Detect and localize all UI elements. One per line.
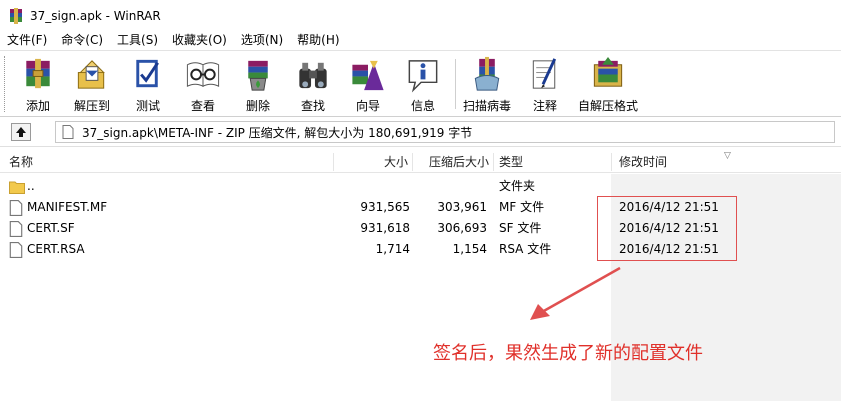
test-button[interactable]: 测试 (121, 54, 175, 114)
comment-label: 注释 (532, 99, 557, 113)
add-label: 添加 (25, 99, 50, 113)
find-label: 查找 (300, 99, 325, 113)
file-size: 931,565 (360, 200, 410, 214)
delete-icon (248, 60, 268, 91)
extract-to-button[interactable]: 解压到 (65, 54, 119, 114)
address-bar: 37_sign.apk\META-INF - ZIP 压缩文件, 解包大小为 1… (0, 118, 841, 147)
menu-file[interactable]: 文件(F) (0, 31, 54, 50)
test-icon (136, 59, 159, 88)
file-icon (9, 242, 23, 258)
title-bar: 37_sign.apk - WinRAR (0, 0, 841, 31)
file-packed-size: 306,693 (437, 221, 487, 235)
extract-to-icon (77, 60, 105, 89)
menu-help[interactable]: 帮助(H) (290, 31, 346, 50)
menu-options[interactable]: 选项(N) (234, 31, 290, 50)
column-size[interactable]: 大小 (334, 151, 408, 173)
toolbar-separator (455, 59, 456, 109)
sfx-icon (593, 56, 623, 87)
comment-button[interactable]: 注释 (518, 54, 572, 114)
find-button[interactable]: 查找 (286, 54, 340, 114)
file-icon (62, 125, 74, 139)
virus-scan-button[interactable]: 扫描病毒 (460, 54, 514, 114)
sort-indicator-icon: ▽ (724, 151, 731, 161)
sfx-button[interactable]: 自解压格式 (576, 54, 640, 114)
winrar-logo-icon (10, 7, 22, 24)
test-label: 测试 (135, 99, 160, 113)
column-packed-size[interactable]: 压缩后大小 (413, 151, 489, 173)
annotation-text: 签名后，果然生成了新的配置文件 (433, 343, 703, 364)
arrow-up-icon (16, 127, 26, 137)
column-type[interactable]: 类型 (499, 151, 523, 173)
address-field[interactable]: 37_sign.apk\META-INF - ZIP 压缩文件, 解包大小为 1… (55, 121, 835, 143)
file-name: MANIFEST.MF (27, 200, 108, 214)
file-size: 1,714 (375, 242, 410, 256)
menu-tools[interactable]: 工具(S) (110, 31, 165, 50)
file-name: .. (27, 179, 35, 193)
info-button[interactable]: 信息 (396, 54, 450, 114)
column-modified[interactable]: 修改时间 (619, 151, 667, 173)
menu-favorites[interactable]: 收藏夹(O) (165, 31, 234, 50)
file-type: RSA 文件 (499, 242, 552, 256)
view-icon (186, 62, 220, 87)
virus-scan-icon (474, 56, 500, 91)
wizard-button[interactable]: 向导 (341, 54, 395, 114)
add-button[interactable]: 添加 (11, 54, 65, 114)
file-type: 文件夹 (499, 179, 536, 193)
wizard-icon (352, 60, 384, 91)
view-label: 查看 (190, 99, 215, 113)
extract-to-label: 解压到 (73, 99, 110, 113)
toolbar-grip[interactable] (4, 56, 7, 112)
column-divider[interactable] (493, 153, 494, 171)
file-list-header: 名称 大小 压缩后大小 类型 修改时间 ▽ (0, 151, 841, 173)
folder-icon (9, 181, 25, 194)
file-icon (9, 221, 23, 237)
info-label: 信息 (410, 99, 435, 113)
virus-scan-label: 扫描病毒 (462, 99, 511, 113)
list-item[interactable]: .. 文件夹 (0, 176, 841, 197)
file-type: MF 文件 (499, 200, 545, 214)
up-folder-button[interactable] (11, 123, 31, 141)
file-packed-size: 303,961 (437, 200, 487, 214)
column-name[interactable]: 名称 (9, 151, 33, 173)
sfx-label: 自解压格式 (577, 99, 638, 113)
menu-commands[interactable]: 命令(C) (54, 31, 110, 50)
address-text: 37_sign.apk\META-INF - ZIP 压缩文件, 解包大小为 1… (82, 125, 473, 140)
info-icon (408, 60, 438, 93)
menu-bar: 文件(F) 命令(C) 工具(S) 收藏夹(O) 选项(N) 帮助(H) (0, 31, 841, 50)
file-name: CERT.RSA (27, 242, 85, 256)
comment-icon (532, 58, 557, 89)
file-type: SF 文件 (499, 221, 542, 235)
wizard-label: 向导 (355, 99, 380, 113)
file-packed-size (413, 176, 487, 197)
file-icon (9, 200, 23, 216)
column-divider[interactable] (611, 153, 612, 171)
find-icon (299, 62, 327, 89)
window-title: 37_sign.apk - WinRAR (30, 8, 161, 23)
annotation-arrow-icon (530, 266, 621, 320)
toolbar: 添加 解压到 测试 查看 删除 查找 向导 信息 扫描病毒 注释 自解压格式 (0, 50, 841, 117)
add-archive-icon (26, 58, 50, 89)
delete-button[interactable]: 删除 (231, 54, 285, 114)
file-size (334, 176, 410, 197)
annotation-highlight-box (597, 196, 737, 261)
file-name: CERT.SF (27, 221, 75, 235)
view-button[interactable]: 查看 (176, 54, 230, 114)
file-size: 931,618 (360, 221, 410, 235)
delete-label: 删除 (245, 99, 270, 113)
file-packed-size: 1,154 (452, 242, 487, 256)
